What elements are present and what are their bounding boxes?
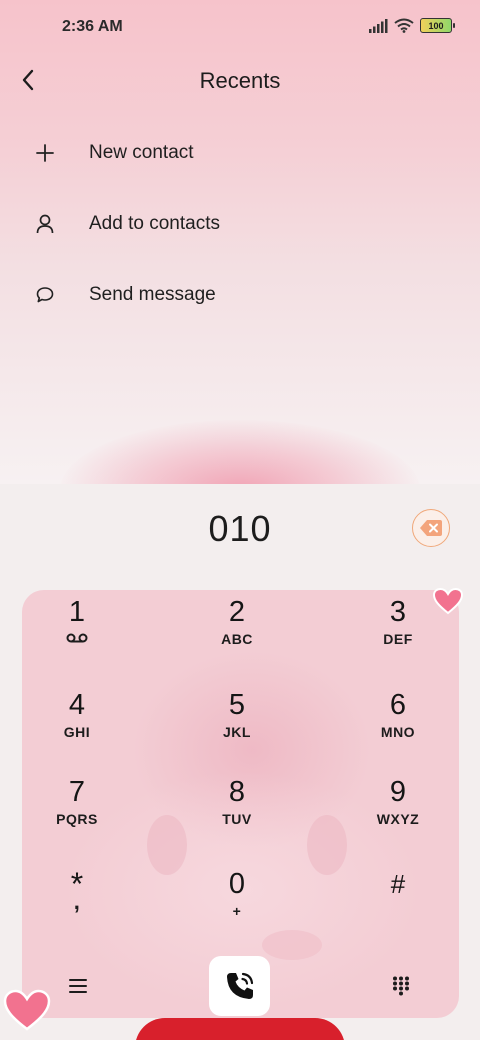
number-entry: 010 bbox=[0, 484, 480, 574]
dialpad-icon bbox=[393, 976, 409, 996]
key-letters: ABC bbox=[221, 631, 253, 647]
key-letters: TUV bbox=[222, 811, 252, 827]
hamburger-menu-icon bbox=[69, 979, 87, 993]
add-to-contacts-item[interactable]: Add to contacts bbox=[0, 188, 480, 259]
key-star[interactable]: * , bbox=[17, 868, 137, 948]
key-digit: 7 bbox=[68, 776, 86, 808]
key-letters: JKL bbox=[223, 724, 251, 740]
key-digit: 0 bbox=[228, 868, 246, 900]
key-9[interactable]: 9 WXYZ bbox=[338, 776, 458, 856]
background-glow bbox=[60, 420, 420, 484]
key-digit: 8 bbox=[228, 776, 246, 808]
new-contact-item[interactable]: New contact bbox=[0, 117, 480, 188]
key-6[interactable]: 6 MNO bbox=[338, 689, 458, 769]
voicemail-icon bbox=[66, 631, 88, 647]
key-2[interactable]: 2 ABC bbox=[177, 596, 297, 676]
battery-icon: 100 bbox=[420, 18, 455, 33]
key-letters: WXYZ bbox=[376, 811, 420, 827]
phone-call-icon bbox=[226, 972, 253, 999]
plus-icon bbox=[32, 140, 58, 166]
page-title: Recents bbox=[199, 68, 281, 93]
new-contact-label: New contact bbox=[89, 141, 194, 163]
key-digit: # bbox=[390, 869, 406, 899]
key-letters: DEF bbox=[383, 631, 413, 647]
chat-bubble-icon bbox=[32, 282, 58, 308]
battery-level: 100 bbox=[428, 20, 444, 31]
call-button[interactable] bbox=[209, 956, 270, 1016]
key-letters: GHI bbox=[63, 724, 91, 740]
status-time: 2:36 AM bbox=[62, 18, 123, 35]
header: Recents bbox=[0, 56, 480, 108]
key-0[interactable]: 0 + bbox=[177, 868, 297, 948]
key-7[interactable]: 7 PQRS bbox=[17, 776, 137, 856]
key-4[interactable]: 4 GHI bbox=[17, 689, 137, 769]
send-message-label: Send message bbox=[89, 283, 216, 305]
heart-icon bbox=[3, 989, 51, 1031]
key-hash[interactable]: # bbox=[338, 868, 458, 948]
decorative-red-shape bbox=[135, 1018, 345, 1040]
key-8[interactable]: 8 TUV bbox=[177, 776, 297, 856]
key-1[interactable]: 1 bbox=[17, 596, 137, 676]
send-message-item[interactable]: Send message bbox=[0, 259, 480, 330]
dialed-number[interactable]: 010 bbox=[0, 508, 480, 550]
signal-icon bbox=[369, 18, 388, 33]
key-letters: PQRS bbox=[56, 811, 98, 827]
key-5[interactable]: 5 JKL bbox=[177, 689, 297, 769]
key-digit: 6 bbox=[389, 689, 407, 721]
key-letters: + bbox=[232, 903, 242, 919]
key-letters: MNO bbox=[380, 724, 416, 740]
wifi-icon bbox=[394, 18, 414, 33]
dialpad-toggle-button[interactable] bbox=[383, 968, 419, 1004]
menu-button[interactable] bbox=[60, 968, 96, 1004]
key-letters: , bbox=[73, 889, 81, 914]
key-digit: 5 bbox=[228, 689, 246, 721]
status-icons: 100 bbox=[368, 18, 455, 33]
delete-button[interactable] bbox=[412, 509, 450, 547]
key-digit: 3 bbox=[389, 596, 407, 628]
key-digit: 9 bbox=[389, 776, 407, 808]
backspace-icon bbox=[420, 520, 442, 536]
person-icon bbox=[32, 211, 58, 237]
heart-icon bbox=[432, 587, 464, 615]
recents-menu: New contact Add to contacts Send message bbox=[0, 117, 480, 330]
key-digit: 4 bbox=[68, 689, 86, 721]
key-digit: 1 bbox=[68, 596, 86, 628]
status-bar: 2:36 AM 100 bbox=[0, 0, 480, 56]
add-to-contacts-label: Add to contacts bbox=[89, 212, 220, 234]
key-digit: 2 bbox=[228, 596, 246, 628]
